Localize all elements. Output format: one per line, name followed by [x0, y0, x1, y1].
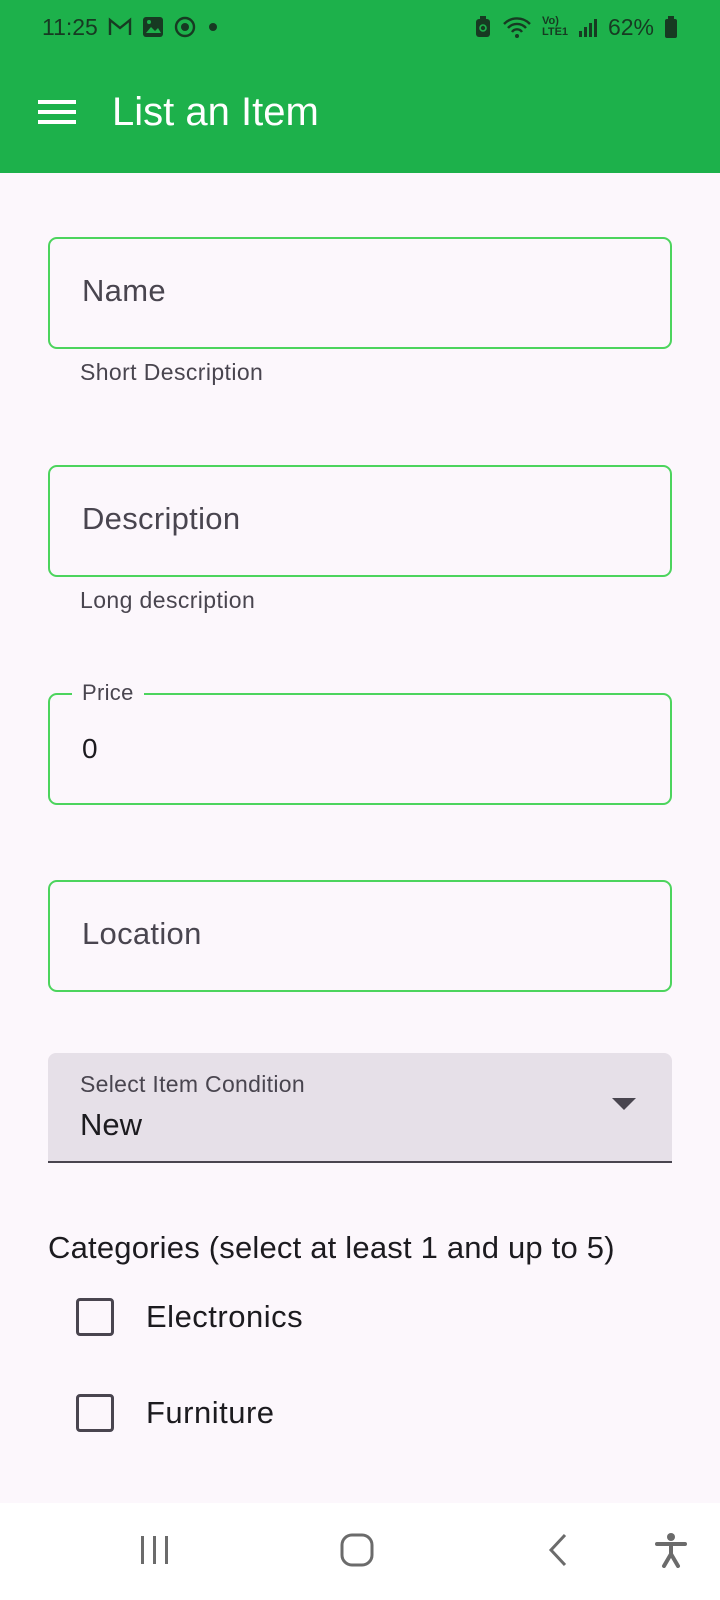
status-right: Vo) LTE1 62% [474, 14, 678, 41]
app-bar: List an Item [0, 54, 720, 173]
location-field[interactable]: Location [48, 880, 672, 992]
category-label: Furniture [146, 1395, 275, 1430]
home-button[interactable] [332, 1527, 382, 1577]
condition-dropdown[interactable]: Select Item Condition New [48, 1053, 672, 1163]
name-field[interactable]: Name [48, 237, 672, 349]
category-label: Electronics [146, 1299, 304, 1334]
recent-apps-button[interactable] [130, 1527, 180, 1577]
location-field-label: Location [82, 916, 202, 951]
price-field-value: 0 [82, 733, 98, 764]
description-field[interactable]: Description [48, 465, 672, 577]
condition-dropdown-value: New [80, 1107, 143, 1142]
system-navigation-bar [0, 1503, 720, 1600]
furniture-checkbox[interactable] [76, 1394, 114, 1432]
dropdown-arrow-icon [612, 1098, 636, 1110]
electronics-checkbox[interactable] [76, 1298, 114, 1336]
record-icon [174, 16, 196, 38]
status-left: 11:25 [42, 14, 220, 41]
name-field-label: Name [82, 273, 166, 308]
condition-dropdown-label: Select Item Condition [80, 1071, 305, 1097]
description-field-label: Description [82, 501, 241, 536]
price-field-label: Price [72, 680, 144, 706]
page-title: List an Item [112, 90, 319, 134]
back-icon [547, 1533, 571, 1572]
battery-saver-icon [474, 16, 492, 38]
menu-button[interactable] [30, 92, 84, 136]
battery-icon [664, 15, 678, 39]
recent-apps-icon [138, 1535, 172, 1570]
price-field[interactable]: Price 0 [48, 680, 672, 805]
home-icon [340, 1533, 374, 1572]
description-helper-text: Long description [80, 587, 256, 613]
gmail-icon [108, 17, 132, 37]
categories-title: Categories (select at least 1 and up to … [48, 1230, 615, 1265]
signal-icon [578, 17, 598, 37]
hamburger-menu-icon [38, 98, 76, 131]
category-item-furniture[interactable]: Furniture [76, 1394, 275, 1432]
battery-percent: 62% [607, 13, 654, 40]
back-button[interactable] [534, 1527, 584, 1577]
status-bar: 11:25 Vo) LTE1 62% [0, 0, 720, 54]
status-time: 11:25 [42, 13, 98, 40]
name-helper-text: Short Description [80, 359, 264, 385]
gallery-icon [142, 16, 164, 38]
network-type-label: Vo) LTE1 [541, 15, 569, 38]
wifi-icon [502, 16, 532, 38]
accessibility-icon [654, 1532, 688, 1573]
accessibility-button[interactable] [646, 1527, 696, 1577]
notification-dot-icon [206, 20, 220, 34]
category-item-electronics[interactable]: Electronics [76, 1298, 303, 1336]
